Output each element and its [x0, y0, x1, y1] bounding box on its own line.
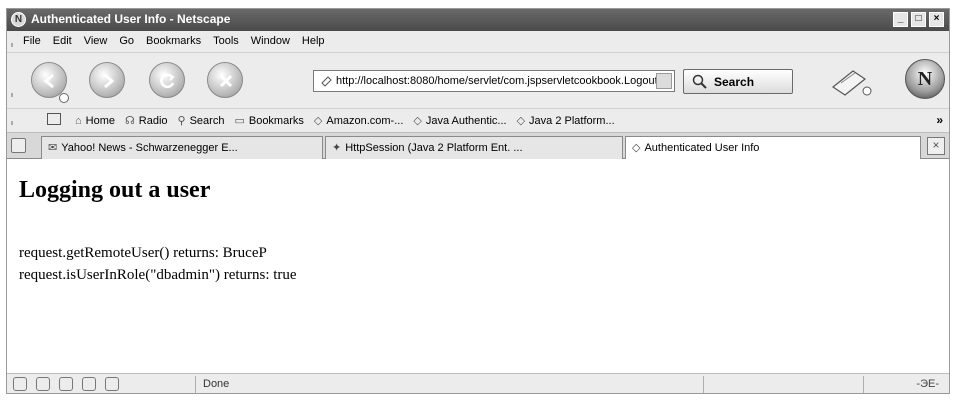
tab-httpsession[interactable]: ✦ HttpSession (Java 2 Platform Ent. ... [325, 136, 623, 159]
personal-toolbar: ⌂ Home ☊ Radio ⚲ Search ▭ Bookmarks ◇ Am… [7, 109, 949, 133]
toolbar-grip[interactable] [11, 43, 15, 47]
menu-bookmarks[interactable]: Bookmarks [146, 35, 201, 47]
menu-window[interactable]: Window [251, 35, 290, 47]
stop-button[interactable] [207, 62, 243, 98]
toolbar-grip[interactable] [11, 121, 15, 125]
user-in-role-line: request.isUserInRole("dbadmin") returns:… [19, 267, 297, 283]
tab-authenticated-user-info[interactable]: ◇ Authenticated User Info [625, 136, 921, 160]
minimize-button[interactable]: _ [893, 12, 908, 27]
navigation-toolbar: http://localhost:8080/home/servlet/com.j… [7, 53, 949, 109]
title-bar[interactable]: N Authenticated User Info - Netscape _ □… [7, 9, 949, 31]
reload-icon [160, 73, 175, 89]
status-separator [195, 376, 196, 393]
connection-security-icon: -ЭЕ- [916, 378, 939, 390]
navigator-icon[interactable] [13, 377, 27, 391]
new-tab-icon[interactable] [47, 113, 61, 125]
toolbar-item-bookmarks[interactable]: ▭ Bookmarks [234, 114, 303, 128]
menu-view[interactable]: View [84, 35, 108, 47]
maximize-button[interactable]: □ [911, 12, 926, 27]
chat-icon[interactable] [59, 377, 73, 391]
tab-strip: ✉ Yahoo! News - Schwarzenegger E... ✦ Http… [7, 133, 949, 160]
page-bookmark-icon [321, 76, 332, 87]
radio-icon: ☊ [125, 115, 135, 127]
composer-icon[interactable] [82, 377, 96, 391]
status-separator [863, 376, 864, 393]
yahoo-icon: ✉ [48, 142, 58, 154]
page-content: Logging out a user request.getRemoteUser… [7, 159, 949, 374]
menu-tools[interactable]: Tools [213, 35, 239, 47]
toolbar-item-amazon[interactable]: ◇ Amazon.com-... [313, 114, 404, 128]
bookmark-icon: ◇ [632, 142, 641, 154]
forward-button[interactable] [89, 62, 125, 98]
search-icon [692, 74, 707, 89]
stop-icon [219, 74, 233, 88]
tab-yahoo-news[interactable]: ✉ Yahoo! News - Schwarzenegger E... [41, 136, 323, 159]
url-text[interactable]: http://localhost:8080/home/servlet/com.j… [336, 75, 658, 87]
toolbar-item-java-authentic[interactable]: ◇ Java Authentic... [413, 114, 506, 128]
toolbar-item-java2-platform[interactable]: ◇ Java 2 Platform... [516, 114, 615, 128]
close-tab-button[interactable]: × [927, 137, 945, 155]
toolbar-overflow-chevron[interactable]: » [936, 113, 943, 127]
menu-go[interactable]: Go [119, 35, 134, 47]
bookmark-icon: ◇ [413, 115, 422, 127]
toolbar-grip[interactable] [11, 93, 15, 97]
status-text: Done [203, 378, 230, 390]
bookmark-icon: ◇ [313, 115, 323, 127]
url-history-dropdown[interactable] [656, 73, 672, 89]
page-icon: ✦ [332, 142, 342, 154]
back-arrow-icon [43, 73, 54, 89]
browser-window: N Authenticated User Info - Netscape _ □… [6, 8, 950, 394]
forward-arrow-icon [104, 73, 115, 89]
folder-icon: ▭ [234, 115, 245, 127]
netscape-app-icon: N [11, 12, 26, 27]
remote-user-line: request.getRemoteUser() returns: BruceP [19, 245, 267, 261]
menu-file[interactable]: File [23, 35, 41, 47]
url-bar[interactable]: http://localhost:8080/home/servlet/com.j… [313, 70, 675, 92]
menu-bar: File Edit View Go Bookmarks Tools Window… [7, 31, 949, 53]
window-title: Authenticated User Info - Netscape [31, 12, 231, 26]
toolbar-item-radio[interactable]: ☊ Radio [125, 114, 168, 128]
reload-button[interactable] [149, 62, 185, 98]
page-heading: Logging out a user [19, 177, 211, 203]
status-bar: Done -ЭЕ- [7, 374, 949, 393]
toolbar-item-search[interactable]: ⚲ Search [177, 114, 225, 128]
search-button[interactable]: Search [683, 69, 793, 94]
menu-help[interactable]: Help [302, 35, 325, 47]
print-icon[interactable] [827, 65, 875, 99]
bookmark-icon: ◇ [516, 115, 526, 127]
search-icon: ⚲ [177, 115, 186, 127]
back-history-dropdown[interactable] [59, 93, 69, 103]
status-separator [703, 376, 704, 393]
address-book-icon[interactable] [105, 377, 119, 391]
mail-icon[interactable] [36, 377, 50, 391]
new-tab-button[interactable] [11, 138, 26, 153]
menu-edit[interactable]: Edit [53, 35, 72, 47]
close-window-button[interactable]: × [929, 12, 944, 27]
search-button-label: Search [714, 75, 755, 89]
toolbar-item-home[interactable]: ⌂ Home [75, 115, 115, 127]
home-icon: ⌂ [75, 114, 82, 127]
netscape-logo-icon[interactable]: N [905, 59, 945, 99]
